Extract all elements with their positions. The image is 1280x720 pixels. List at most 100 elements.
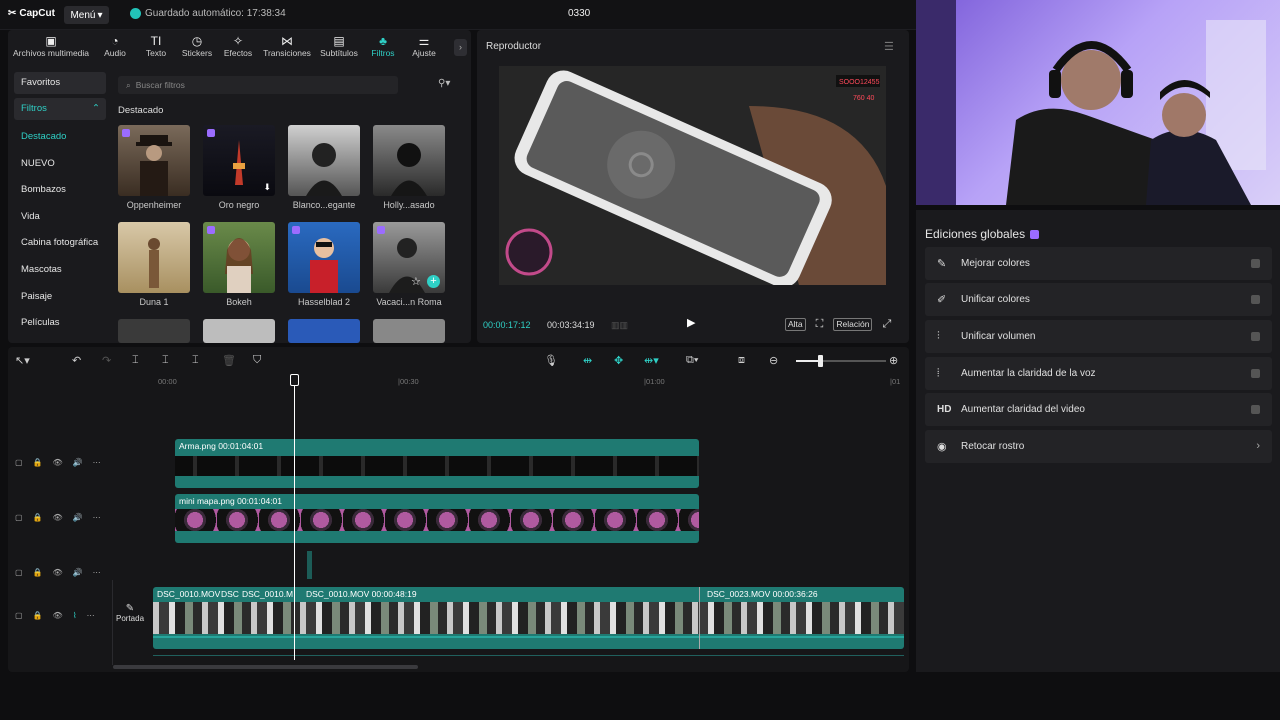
- redo-icon[interactable]: ↷: [102, 354, 111, 367]
- zoom-handle[interactable]: [818, 355, 823, 367]
- toggle[interactable]: [1251, 405, 1260, 414]
- category-vida[interactable]: Vida: [14, 204, 106, 231]
- tab-adjust[interactable]: ⚌ Ajuste: [404, 30, 444, 64]
- filter-thumb-vacaciones-roma[interactable]: ☆ +: [373, 222, 445, 293]
- add-icon[interactable]: +: [427, 275, 440, 288]
- global-item-mejorar-colores[interactable]: ✎ Mejorar colores: [925, 247, 1272, 280]
- category-bombazos[interactable]: Bombazos: [14, 177, 106, 204]
- tab-filters[interactable]: ♣ Filtros: [362, 30, 404, 64]
- filter-thumb-duna[interactable]: [118, 222, 190, 293]
- toggle[interactable]: [1251, 295, 1260, 304]
- playhead-handle[interactable]: [290, 374, 299, 386]
- filter-thumb-bokeh[interactable]: [203, 222, 275, 293]
- magnet-icon[interactable]: ✥: [614, 354, 623, 367]
- lock-icon[interactable]: 🔒: [33, 568, 43, 577]
- category-destacado[interactable]: Destacado: [14, 124, 106, 151]
- play-button[interactable]: ▶: [687, 316, 695, 329]
- fullscreen-icon[interactable]: ⤢: [882, 318, 891, 331]
- global-item-unificar-volumen[interactable]: ⫶ Unificar volumen: [925, 320, 1272, 353]
- ratio-button[interactable]: Relación: [833, 318, 873, 331]
- tab-stickers[interactable]: ◷ Stickers: [176, 30, 218, 64]
- eye-icon[interactable]: 👁: [53, 611, 63, 620]
- volume-icon[interactable]: 🔊: [73, 513, 83, 522]
- category-cabina[interactable]: Cabina fotográfica: [14, 230, 106, 257]
- overlay-clip-arma[interactable]: Arma.png 00:01:04:01: [175, 439, 699, 488]
- split-right-icon[interactable]: ⌶: [192, 354, 199, 367]
- cover-button[interactable]: ✎ Portada: [116, 603, 144, 623]
- link-icon[interactable]: ⇹: [583, 354, 592, 367]
- fit-timeline-icon[interactable]: ⧈: [738, 354, 745, 367]
- search-input[interactable]: ⌕ Buscar filtros: [118, 76, 398, 94]
- category-mascotas[interactable]: Mascotas: [14, 257, 106, 284]
- audio-wave-icon[interactable]: ⌇: [73, 611, 77, 620]
- split-left-icon[interactable]: ⌶: [162, 354, 169, 367]
- track-toggle-icon[interactable]: ▢: [15, 513, 23, 522]
- more-icon[interactable]: ⋯: [93, 568, 101, 577]
- tab-text[interactable]: TI Texto: [136, 30, 176, 64]
- lock-icon[interactable]: 🔒: [33, 513, 43, 522]
- track-toggle-icon[interactable]: ▢: [15, 458, 23, 467]
- global-item-claridad-video[interactable]: HD Aumentar claridad del video: [925, 393, 1272, 426]
- filter-thumb[interactable]: [373, 319, 445, 343]
- snap-icon[interactable]: ⇹▾: [644, 354, 659, 367]
- more-icon[interactable]: ⋯: [93, 513, 101, 522]
- zoom-in-icon[interactable]: ⊕: [889, 354, 898, 367]
- tab-media[interactable]: ▣ Archivos multimedia: [8, 30, 94, 64]
- lock-icon[interactable]: 🔒: [33, 611, 43, 620]
- download-icon[interactable]: ⬇: [263, 182, 271, 193]
- menu-icon[interactable]: ☰: [884, 40, 894, 53]
- main-video-track[interactable]: DSC_0010.MOV DSC DSC_0010.M DSC_0010.MOV…: [153, 587, 904, 649]
- filter-thumb-oro-negro[interactable]: ⬇: [203, 125, 275, 196]
- delete-icon[interactable]: 🗑: [222, 354, 236, 367]
- select-tool-icon[interactable]: ↖▾: [15, 354, 30, 367]
- horizontal-scrollbar[interactable]: [113, 665, 418, 669]
- category-nuevo[interactable]: NUEVO: [14, 151, 106, 178]
- eye-icon[interactable]: 👁: [53, 513, 63, 522]
- category-peliculas[interactable]: Películas: [14, 310, 106, 337]
- toggle[interactable]: [1251, 332, 1260, 341]
- filter-thumb-oppenheimer[interactable]: [118, 125, 190, 196]
- eye-icon[interactable]: 👁: [53, 568, 63, 577]
- sort-filter-button[interactable]: ⚲▾: [438, 78, 450, 89]
- split-icon[interactable]: ⌶: [132, 354, 139, 367]
- fit-icon[interactable]: ⛶: [816, 318, 824, 331]
- category-favoritos[interactable]: Favoritos: [14, 72, 106, 94]
- global-item-retocar-rostro[interactable]: ◉ Retocar rostro ›: [925, 430, 1272, 463]
- tab-transitions[interactable]: ⋈ Transiciones: [258, 30, 316, 64]
- mic-icon[interactable]: 🎙: [544, 354, 558, 367]
- toggle[interactable]: [1251, 259, 1260, 268]
- filter-thumb[interactable]: [203, 319, 275, 343]
- filter-thumb[interactable]: [118, 319, 190, 343]
- more-icon[interactable]: ⋯: [87, 611, 95, 620]
- undo-icon[interactable]: ↶: [72, 354, 81, 367]
- tab-subtitles[interactable]: ▤ Subtítulos: [316, 30, 362, 64]
- preview-axis-icon[interactable]: ⧉▾: [686, 354, 698, 367]
- playhead[interactable]: [294, 375, 295, 660]
- tab-effects[interactable]: ✧ Efectos: [218, 30, 258, 64]
- volume-icon[interactable]: 🔊: [73, 568, 83, 577]
- filter-thumb-hasselblad[interactable]: [288, 222, 360, 293]
- volume-icon[interactable]: 🔊: [73, 458, 83, 467]
- zoom-slider[interactable]: [796, 355, 886, 367]
- lock-icon[interactable]: 🔒: [33, 458, 43, 467]
- track-toggle-icon[interactable]: ▢: [15, 568, 23, 577]
- eye-icon[interactable]: 👁: [53, 458, 63, 467]
- filter-thumb-blanco[interactable]: [288, 125, 360, 196]
- toggle[interactable]: [1251, 369, 1260, 378]
- shield-icon[interactable]: ⛉: [253, 354, 261, 367]
- quality-button[interactable]: Alta: [785, 318, 806, 331]
- menu-button[interactable]: Menú ▾: [64, 6, 109, 24]
- category-filtros[interactable]: Filtros ⌃: [14, 98, 106, 120]
- category-paisaje[interactable]: Paisaje: [14, 284, 106, 311]
- toolbar-next-button[interactable]: ›: [454, 39, 467, 56]
- video-preview[interactable]: SOOO12455 760 40: [499, 66, 886, 285]
- global-item-claridad-voz[interactable]: ⦙ Aumentar la claridad de la voz: [925, 357, 1272, 390]
- filter-thumb-holly[interactable]: [373, 125, 445, 196]
- track-toggle-icon[interactable]: ▢: [15, 611, 23, 620]
- global-item-unificar-colores[interactable]: ✐ Unificar colores: [925, 283, 1272, 316]
- overlay-clip-mapa[interactable]: mini mapa.png 00:01:04:01: [175, 494, 699, 543]
- more-icon[interactable]: ⋯: [93, 458, 101, 467]
- filter-thumb[interactable]: [288, 319, 360, 343]
- zoom-out-icon[interactable]: ⊖: [769, 354, 778, 367]
- star-icon[interactable]: ☆: [411, 275, 421, 288]
